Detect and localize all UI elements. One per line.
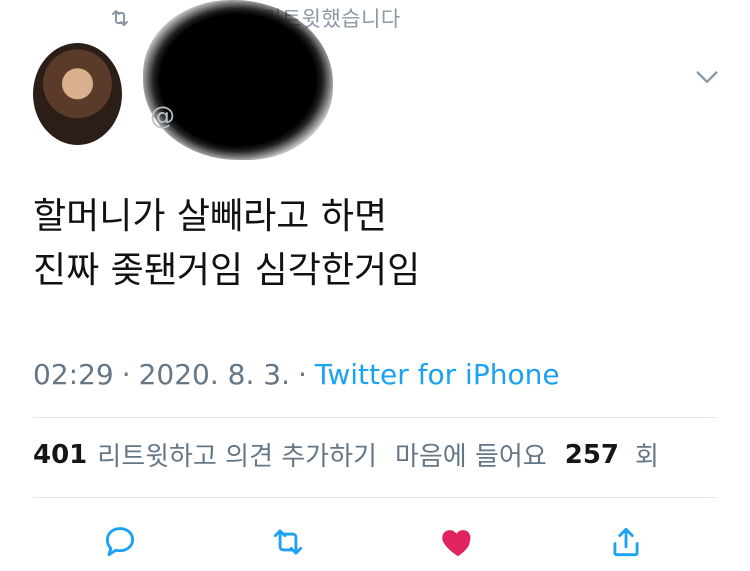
likes-suffix: 회: [635, 442, 659, 472]
retweet-count[interactable]: 401: [33, 440, 87, 470]
chevron-down-icon[interactable]: [693, 62, 721, 90]
heart-icon: [442, 530, 471, 557]
tweet-source-link[interactable]: Twitter for iPhone: [315, 358, 560, 391]
engagement-stats: 401 리트윗하고 의견 추가하기 마음에 들어요 257 회: [33, 436, 659, 473]
divider: [33, 497, 717, 498]
retweet-label[interactable]: 리트윗하고 의견 추가하기: [97, 436, 377, 473]
tweet-actions: [0, 518, 750, 566]
like-button[interactable]: [438, 522, 478, 562]
share-icon: [613, 527, 639, 557]
avatar[interactable]: [33, 43, 122, 145]
retweet-icon: [112, 10, 128, 26]
likes-count[interactable]: 257: [565, 440, 619, 470]
retweet-button[interactable]: [268, 522, 308, 562]
tweet-text: 할머니가 살빼라고 하면 진짜 좆됀거임 심각한거임: [33, 196, 421, 291]
reply-button[interactable]: [100, 522, 140, 562]
meta-separator: ·: [298, 358, 307, 391]
reply-icon: [105, 527, 135, 557]
tweet-date: 2020. 8. 3.: [138, 358, 290, 391]
meta-separator: ·: [121, 358, 131, 391]
redaction-scribble: [143, 0, 333, 160]
share-button[interactable]: [606, 522, 646, 562]
tweet-time: 02:29: [33, 358, 114, 391]
retweet-icon: [273, 529, 303, 555]
author-handle: @: [150, 101, 175, 130]
likes-label[interactable]: 마음에 들어요: [395, 436, 547, 473]
tweet-meta: 02:29 · 2020. 8. 3. · Twitter for iPhone: [33, 358, 560, 391]
divider: [33, 417, 717, 418]
